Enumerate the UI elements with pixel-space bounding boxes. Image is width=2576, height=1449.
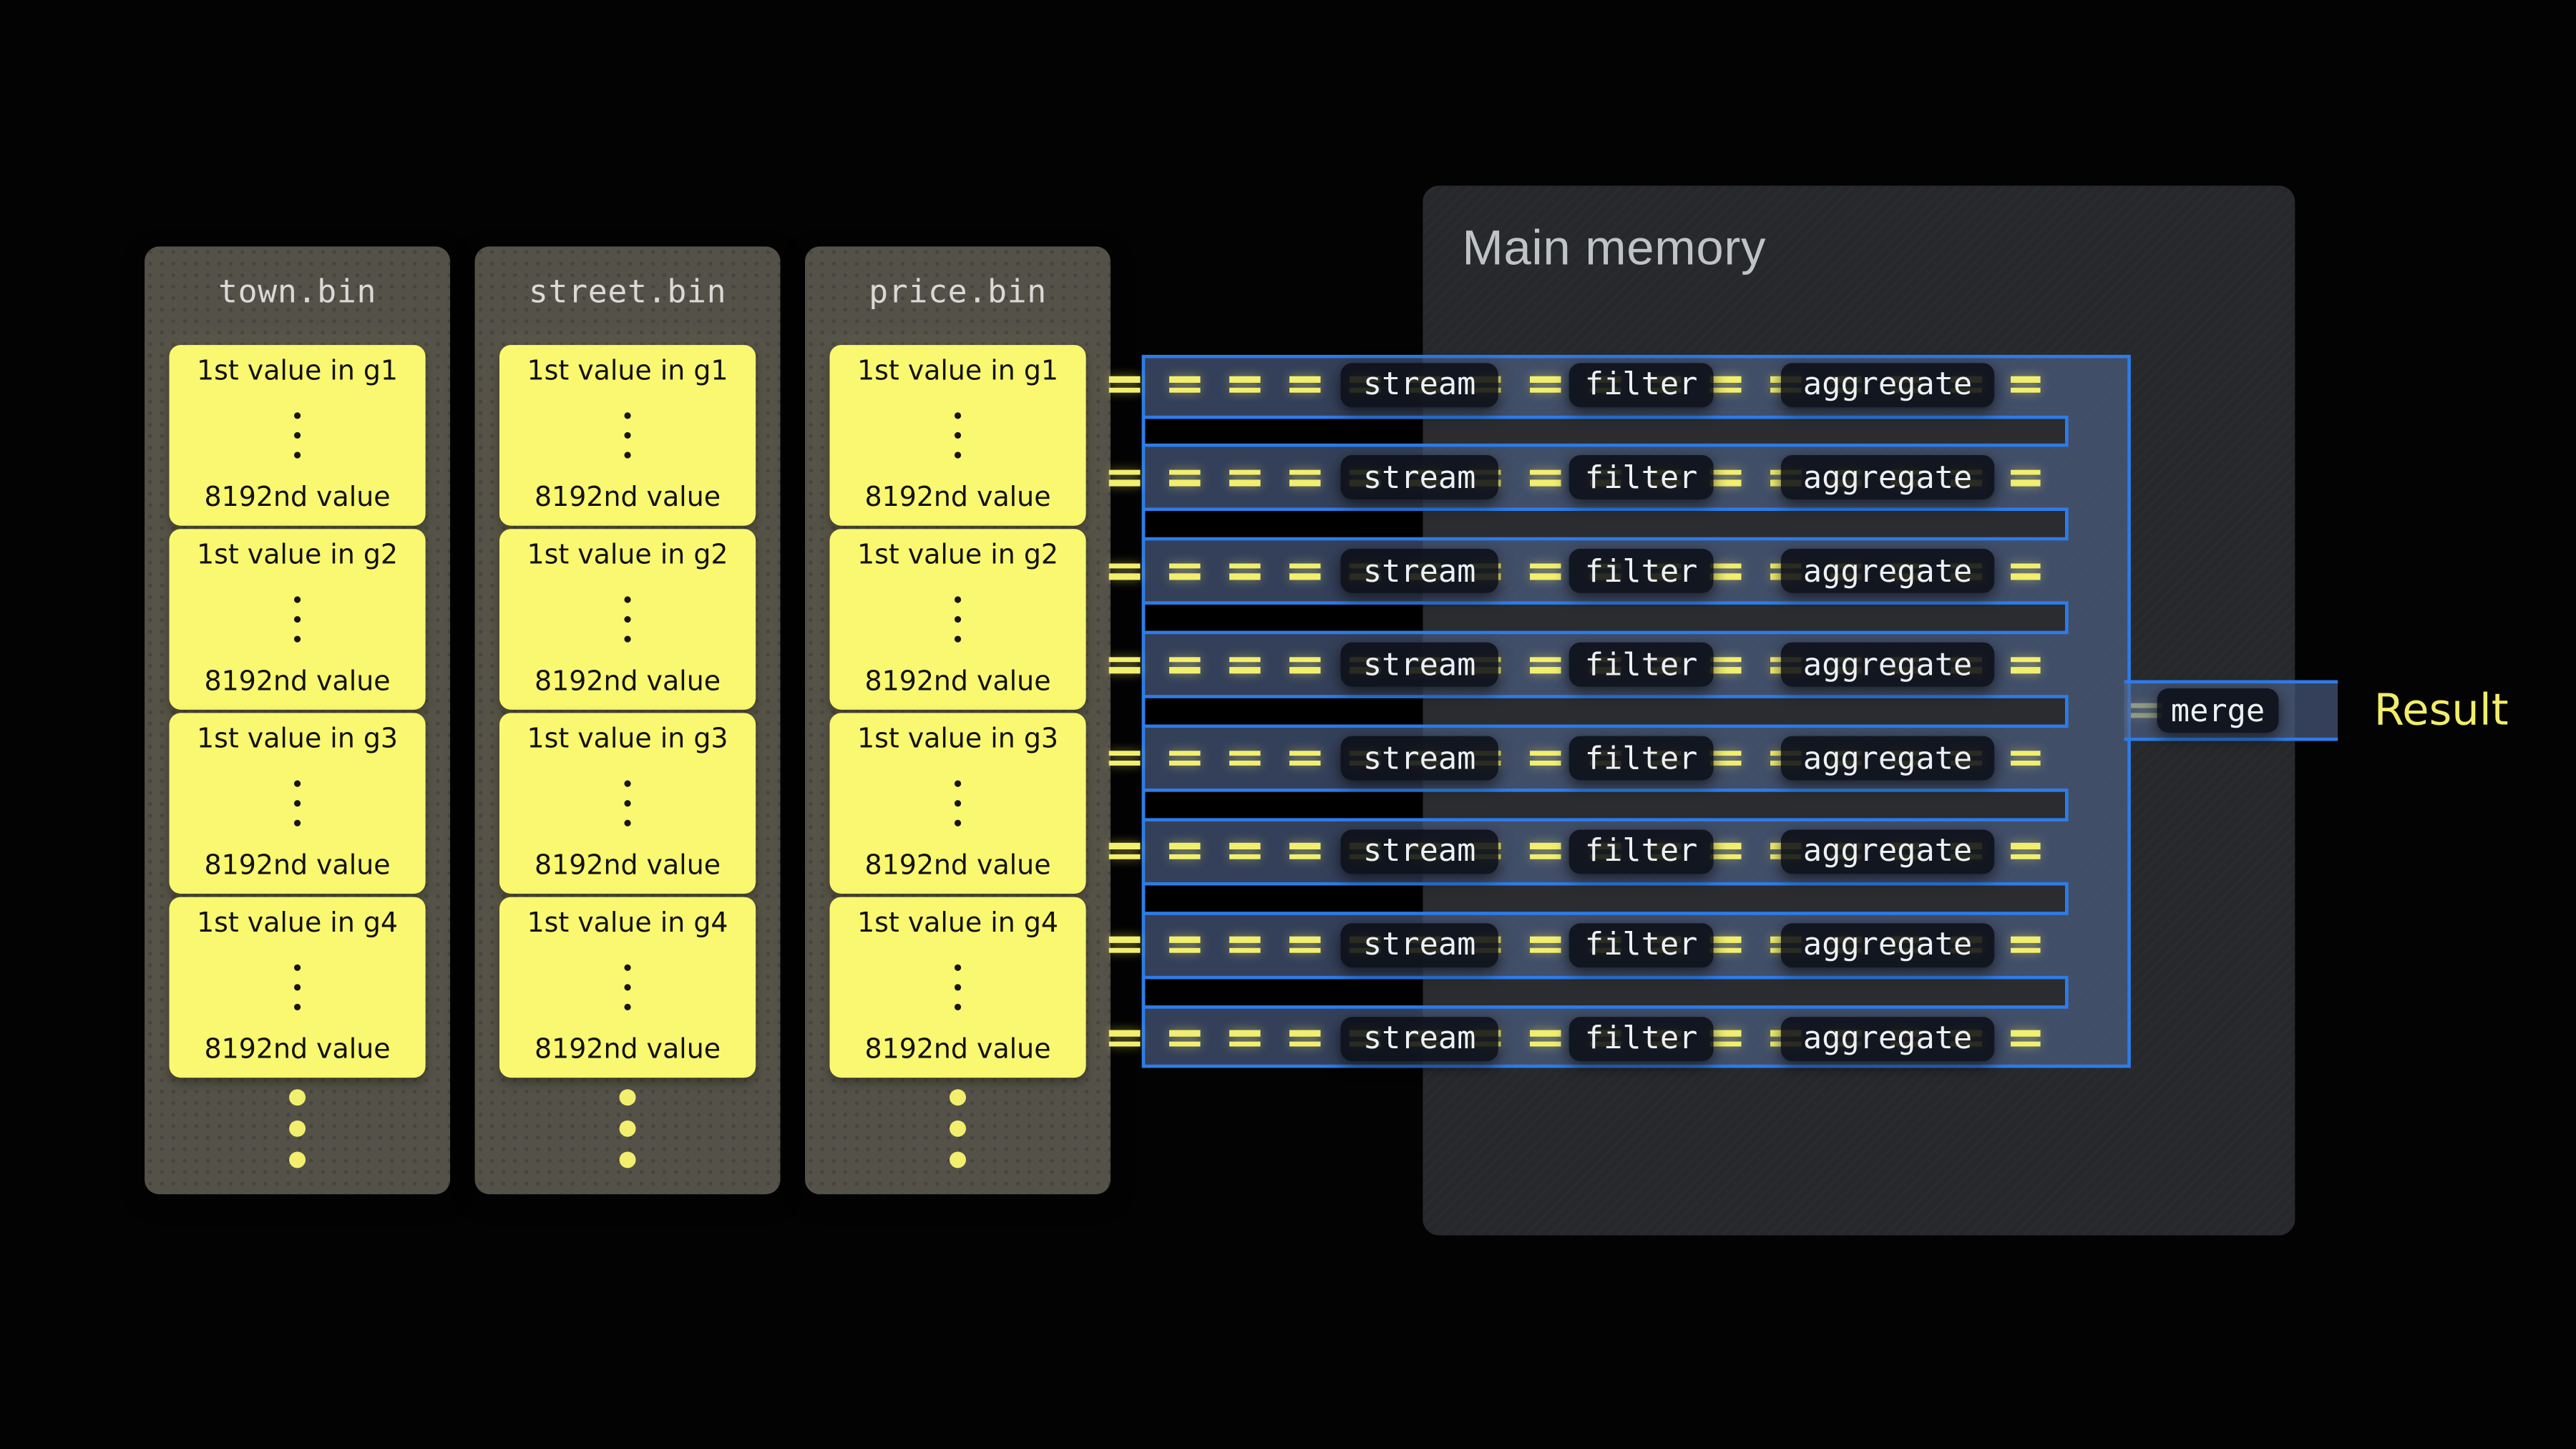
card-last-value: 8192nd value xyxy=(535,483,721,512)
stream-operator-box: stream xyxy=(1340,923,1498,967)
card-first-value: 1st value in g3 xyxy=(197,725,398,754)
card-ellipsis-icon xyxy=(955,779,961,825)
pipeline-gap-window xyxy=(1141,695,2069,728)
more-groups-ellipsis-icon xyxy=(475,1089,781,1168)
card-last-value: 8192nd value xyxy=(865,667,1051,696)
stream-operator-box: stream xyxy=(1340,736,1498,781)
file-panel-price: price.bin 1st value in g18192nd value1st… xyxy=(805,246,1111,1194)
pipeline-gap-window xyxy=(1141,415,2069,448)
aggregate-operator-box: aggregate xyxy=(1781,643,1994,687)
card-first-value: 1st value in g1 xyxy=(857,356,1058,386)
stream-operator-box: stream xyxy=(1340,550,1498,594)
card-last-value: 8192nd value xyxy=(535,1035,721,1064)
group-cards: 1st value in g18192nd value1st value in … xyxy=(499,345,756,1078)
stream-operator-box: stream xyxy=(1340,643,1498,687)
more-groups-ellipsis-icon xyxy=(805,1089,1111,1168)
streaming-aggregation-diagram: town.bin 1st value in g18192nd value1st … xyxy=(0,0,2576,1449)
aggregate-operator-box: aggregate xyxy=(1781,550,1994,594)
card-ellipsis-icon xyxy=(294,595,301,641)
card-first-value: 1st value in g3 xyxy=(857,725,1058,754)
group-card: 1st value in g3 8192nd value xyxy=(499,713,756,894)
group-card: 1st value in g4 8192nd value xyxy=(829,897,1085,1078)
filter-operator-box: filter xyxy=(1569,736,1714,781)
filter-operator-box: filter xyxy=(1569,550,1714,594)
filter-operator-box: filter xyxy=(1569,456,1714,500)
merge-operator-box: merge xyxy=(2157,688,2279,733)
pipeline-gap-window xyxy=(1141,975,2069,1008)
card-last-value: 8192nd value xyxy=(205,1035,391,1064)
more-groups-ellipsis-icon xyxy=(145,1089,450,1168)
result-label: Result xyxy=(2374,685,2509,737)
filter-operator-box: filter xyxy=(1569,1016,1714,1060)
pipeline-gap-window xyxy=(1141,789,2069,821)
group-cards: 1st value in g18192nd value1st value in … xyxy=(829,345,1085,1078)
card-ellipsis-icon xyxy=(294,411,301,457)
card-first-value: 1st value in g1 xyxy=(197,356,398,386)
group-card: 1st value in g2 8192nd value xyxy=(499,529,756,710)
card-first-value: 1st value in g4 xyxy=(527,909,728,938)
card-first-value: 1st value in g2 xyxy=(857,540,1058,570)
card-ellipsis-icon xyxy=(624,779,630,825)
card-last-value: 8192nd value xyxy=(205,667,391,696)
card-first-value: 1st value in g3 xyxy=(527,725,728,754)
card-ellipsis-icon xyxy=(955,595,961,641)
file-name-label: street.bin xyxy=(475,273,781,311)
filter-operator-box: filter xyxy=(1569,362,1714,406)
stream-operator-box: stream xyxy=(1340,362,1498,406)
card-first-value: 1st value in g2 xyxy=(527,540,728,570)
filter-operator-box: filter xyxy=(1569,923,1714,967)
group-card: 1st value in g3 8192nd value xyxy=(829,713,1085,894)
group-cards: 1st value in g18192nd value1st value in … xyxy=(169,345,425,1078)
file-name-label: price.bin xyxy=(805,273,1111,311)
card-ellipsis-icon xyxy=(955,964,961,1010)
group-card: 1st value in g2 8192nd value xyxy=(169,529,425,710)
card-first-value: 1st value in g2 xyxy=(197,540,398,570)
filter-operator-box: filter xyxy=(1569,829,1714,874)
aggregate-operator-box: aggregate xyxy=(1781,736,1994,781)
card-last-value: 8192nd value xyxy=(535,667,721,696)
card-ellipsis-icon xyxy=(624,964,630,1010)
aggregate-operator-box: aggregate xyxy=(1781,1016,1994,1060)
card-first-value: 1st value in g4 xyxy=(197,909,398,938)
card-last-value: 8192nd value xyxy=(205,483,391,512)
stream-operator-box: stream xyxy=(1340,456,1498,500)
card-ellipsis-icon xyxy=(955,411,961,457)
group-card: 1st value in g4 8192nd value xyxy=(499,897,756,1078)
group-card: 1st value in g1 8192nd value xyxy=(169,345,425,526)
card-last-value: 8192nd value xyxy=(865,1035,1051,1064)
aggregate-operator-box: aggregate xyxy=(1781,829,1994,874)
group-card: 1st value in g3 8192nd value xyxy=(169,713,425,894)
card-first-value: 1st value in g1 xyxy=(527,356,728,386)
pipeline-gap-window xyxy=(1141,882,2069,915)
card-last-value: 8192nd value xyxy=(865,483,1051,512)
filter-operator-box: filter xyxy=(1569,643,1714,687)
card-ellipsis-icon xyxy=(294,779,301,825)
main-memory-title: Main memory xyxy=(1462,222,1766,278)
card-first-value: 1st value in g4 xyxy=(857,909,1058,938)
aggregate-operator-box: aggregate xyxy=(1781,362,1994,406)
stream-operator-box: stream xyxy=(1340,1016,1498,1060)
card-ellipsis-icon xyxy=(624,411,630,457)
file-panel-street: street.bin 1st value in g18192nd value1s… xyxy=(475,246,781,1194)
group-card: 1st value in g1 8192nd value xyxy=(829,345,1085,526)
aggregate-operator-box: aggregate xyxy=(1781,456,1994,500)
file-name-label: town.bin xyxy=(145,273,450,311)
group-card: 1st value in g1 8192nd value xyxy=(499,345,756,526)
card-last-value: 8192nd value xyxy=(865,851,1051,880)
card-ellipsis-icon xyxy=(624,595,630,641)
group-card: 1st value in g2 8192nd value xyxy=(829,529,1085,710)
file-panel-town: town.bin 1st value in g18192nd value1st … xyxy=(145,246,450,1194)
stream-operator-box: stream xyxy=(1340,829,1498,874)
pipeline-gap-window xyxy=(1141,602,2069,635)
group-card: 1st value in g4 8192nd value xyxy=(169,897,425,1078)
card-last-value: 8192nd value xyxy=(205,851,391,880)
aggregate-operator-box: aggregate xyxy=(1781,923,1994,967)
card-last-value: 8192nd value xyxy=(535,851,721,880)
pipeline-gap-window xyxy=(1141,508,2069,541)
card-ellipsis-icon xyxy=(294,964,301,1010)
